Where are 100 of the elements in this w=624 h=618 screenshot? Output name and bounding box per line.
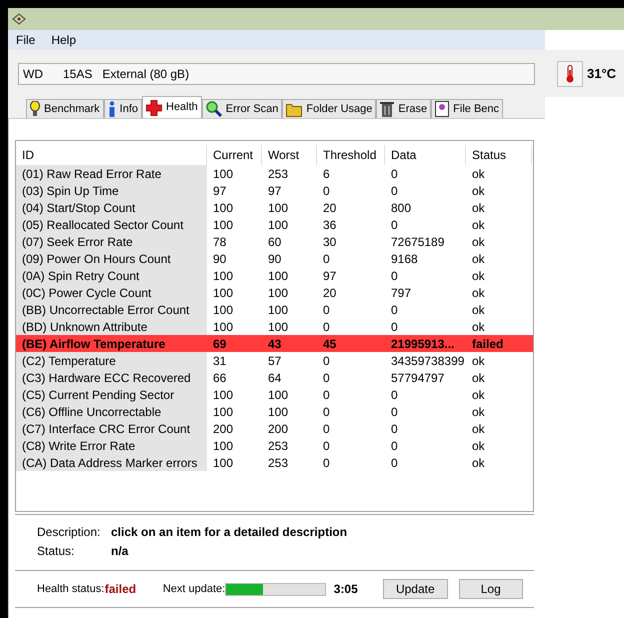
table-cell: (07) Seek Error Rate [16,233,207,250]
table-cell-text: 100 [212,302,234,318]
table-cell-text: 57794797 [390,370,446,386]
table-cell-text: 253 [267,438,290,454]
table-cell: (05) Reallocated Sector Count [16,216,207,233]
table-row[interactable]: (09) Power On Hours Count 90 90 0 9168 ok [16,250,533,267]
table-row[interactable]: (04) Start/Stop Count 100 100 20 800 ok [16,199,533,216]
table-cell-text: 100 [267,386,290,403]
table-cell-text: 0 [390,166,399,182]
table-cell-text: 60 [267,234,282,250]
table-cell-text: 100 [212,386,234,403]
table-cell-text: 100 [267,284,290,301]
table-row[interactable]: (C7) Interface CRC Error Count 200 200 0 0 ok [16,420,533,437]
table-cell-text: 100 [212,200,234,216]
column-header[interactable]: Status [466,145,532,165]
table-cell: (01) Raw Read Error Rate [16,165,207,182]
column-header[interactable]: Worst [262,145,317,165]
column-header[interactable]: Threshold [317,145,385,165]
table-cell-text: 0 [390,454,399,471]
tab[interactable]: Health [142,96,202,118]
table-cell-text: ok [471,352,486,369]
table-cell-text: 36 [322,216,338,233]
table-cell-text: 43 [267,336,282,352]
drive-dropdown[interactable]: WD 15AS External (80 gB) [18,62,535,84]
table-cell-text: 100 [267,404,290,420]
table-cell-text: ok [471,166,486,182]
tab[interactable]: Error Scan [202,99,282,118]
magnifier-icon [206,101,222,117]
table-row[interactable]: (05) Reallocated Sector Count 100 100 36 0 ok [16,216,533,233]
tab[interactable]: Erase [376,99,432,118]
table-row[interactable]: (07) Seek Error Rate 78 60 30 72675189 ok [16,233,533,250]
health-status-label: Health status: [37,582,105,597]
health-status-value: failed [104,581,138,598]
table-row[interactable]: (C2) Temperature 31 57 0 34359738399 ok [16,352,533,369]
table-cell-text: 0 [322,302,331,318]
table-cell-text: 0 [322,454,331,471]
table-cell: (C6) Offline Uncorrectable [16,403,207,420]
table-cell-text: failed [471,336,504,352]
table-row[interactable]: (C3) Hardware ECC Recovered 66 64 0 57794797 ok [16,369,533,386]
table-cell-text: 0 [390,268,399,284]
tab[interactable]: Folder Usage [282,99,376,118]
table-cell-text: 100 [267,318,290,335]
table-row[interactable]: (C6) Offline Uncorrectable 100 100 0 0 ok [16,403,533,420]
table-cell-text: 78 [212,234,228,250]
table-cell-text: ok [471,200,486,216]
table-cell-text: 0 [390,182,399,199]
table-row[interactable]: (CA) Data Address Marker errors 100 253 0 0 ok [16,454,533,471]
table-cell-text: 100 [267,200,290,216]
column-header[interactable]: Data [385,145,466,165]
table-cell-text: 100 [212,284,234,301]
cross-icon [146,100,162,116]
table-cell-text: 9168 [390,250,419,267]
lightbulb-icon [30,101,40,117]
table-cell-text: 100 [212,454,234,471]
table-cell-text: ok [471,302,486,318]
table-row[interactable]: (BB) Uncorrectable Error Count 100 100 0 0 ok [16,301,533,318]
table-cell-text: ok [471,234,486,250]
table-cell-text: 30 [322,234,338,250]
table-cell-text: 200 [212,420,234,437]
table-cell-text: 0 [322,386,331,403]
menu-item[interactable]: File [16,31,36,49]
action-button[interactable]: Log [458,579,524,599]
status-label: Status: [37,543,76,560]
table-cell-text: 0 [322,438,331,454]
document-icon [435,101,450,117]
table-row[interactable]: (0C) Power Cycle Count 100 100 20 797 ok [16,284,533,301]
tab[interactable]: File Benc [431,99,504,118]
table-cell-text: 100 [267,216,290,233]
action-button[interactable]: Update [383,579,448,599]
table-row[interactable]: (BD) Unknown Attribute 100 100 0 0 ok [16,318,533,335]
table-row[interactable]: (BE) Airflow Temperature 69 43 45 21995913... failed [16,335,533,352]
table-cell: (04) Start/Stop Count [16,199,207,216]
table-row[interactable]: (03) Spin Up Time 97 97 0 0 ok [16,182,533,199]
countdown-time: 3:05 [332,581,359,598]
menu-item[interactable]: Help [51,31,76,49]
status-value: n/a [111,543,128,560]
table-cell-text: 0 [322,182,331,199]
table-cell-text: ok [471,370,486,386]
table-row[interactable]: (0A) Spin Retry Count 100 100 97 0 ok [16,267,533,284]
table-cell-text: 200 [267,420,290,437]
table-cell: (C3) Hardware ECC Recovered [16,369,207,386]
table-cell: (C2) Temperature [16,352,207,369]
table-cell-text: 0 [390,302,399,318]
table-cell-text: 0 [390,386,399,403]
temperature-reading: 31°C [587,64,616,83]
table-row[interactable]: (C8) Write Error Rate 100 253 0 0 ok [16,437,533,454]
table-cell-text: 0 [390,318,399,335]
description-text: click on an item for a detailed description [111,524,348,541]
table-cell-text: 64 [267,370,282,386]
next-update-label: Next update: [162,582,226,597]
table-row[interactable]: (01) Raw Read Error Rate 100 253 6 0 ok [16,165,533,182]
column-header[interactable]: Current [207,145,262,165]
table-cell-text: 0 [322,370,331,386]
table-row[interactable]: (C5) Current Pending Sector 100 100 0 0 ok [16,386,533,403]
tab[interactable]: Info [104,99,142,118]
table-cell-text: 97 [322,268,338,284]
table-cell-text: 100 [212,166,234,182]
table-cell-text: 57 [267,352,282,369]
tab[interactable]: Benchmark [26,99,104,118]
temperature-button[interactable] [557,60,583,86]
